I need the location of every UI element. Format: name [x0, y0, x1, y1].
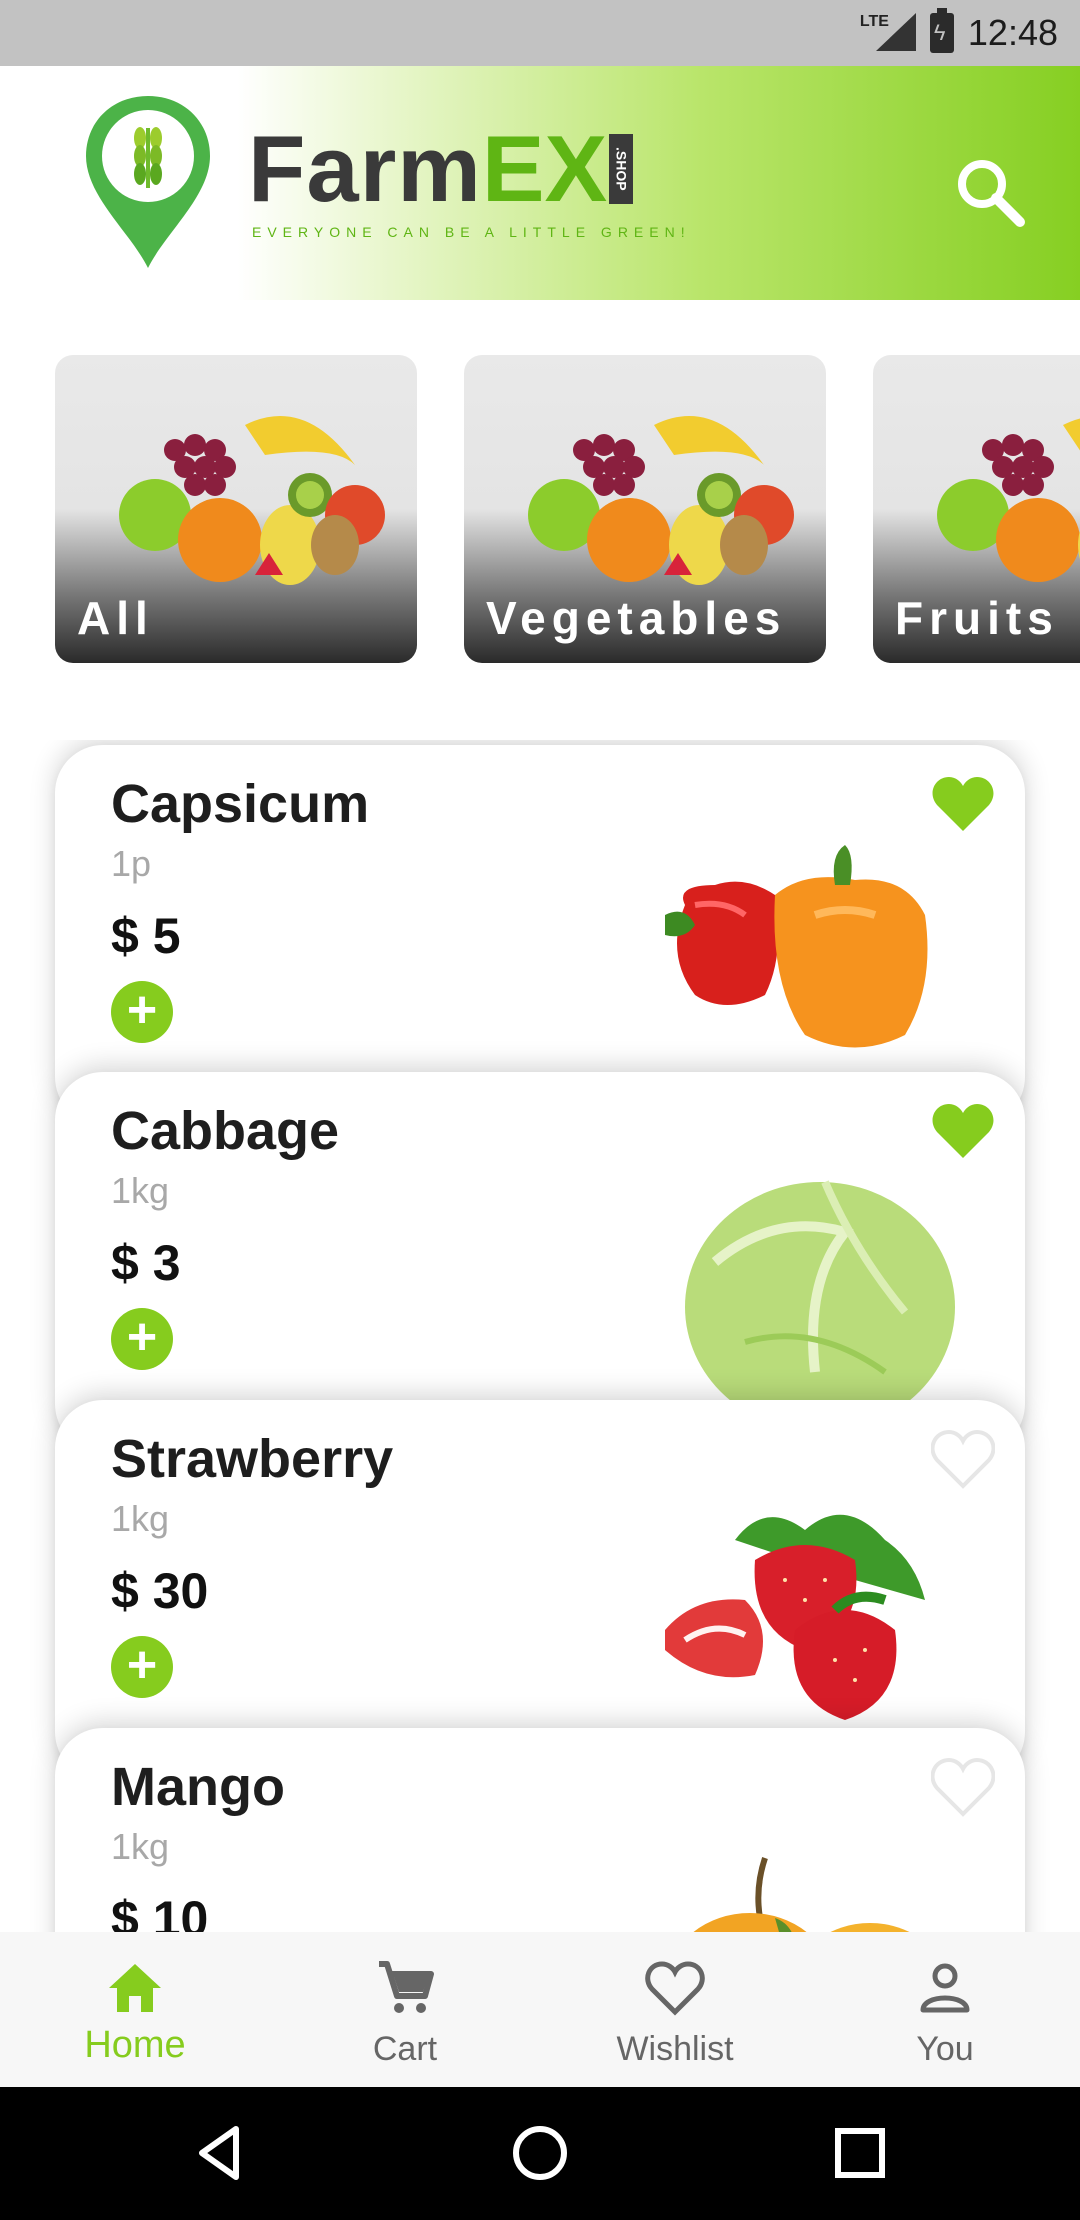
back-icon[interactable] [190, 2123, 250, 2183]
category-carousel[interactable]: All Vegetables Fruits [0, 355, 1080, 665]
add-to-cart-button[interactable]: + [111, 1308, 173, 1370]
tagline: EVERYONE CAN BE A LITTLE GREEN! [252, 224, 691, 240]
nav-home[interactable]: Home [0, 1932, 270, 2087]
mango-image [693, 1857, 910, 1932]
fruit-basket-image [119, 416, 385, 585]
heart-filled-icon[interactable] [931, 1102, 995, 1162]
search-icon[interactable] [950, 152, 1030, 232]
add-to-cart-button[interactable]: + [111, 981, 173, 1043]
heart-outline-icon[interactable] [931, 1430, 995, 1490]
product-quantity: 1kg [111, 1498, 170, 1539]
product-name: Capsicum [111, 774, 370, 834]
product-card-cabbage[interactable]: Cabbage 1kg $ 3 + [55, 1072, 1025, 1452]
cabbage-image [685, 1180, 955, 1402]
product-card-strawberry[interactable]: Strawberry 1kg $ 30 + [55, 1400, 1025, 1780]
product-quantity: 1kg [111, 1170, 170, 1211]
product-quantity: 1kg [111, 1826, 170, 1867]
product-card-mango[interactable]: Mango 1kg $ 10 + [55, 1728, 1025, 1932]
product-name: Mango [111, 1757, 285, 1817]
fruit-basket-image [528, 416, 794, 585]
clock: 12:48 [967, 12, 1058, 53]
app-header: Farm EX .SHOP EVERYONE CAN BE A LITTLE G… [0, 66, 1080, 300]
product-list[interactable]: Capsicum 1p $ 5 + Cabbage 1kg $ 3 + Stra… [0, 740, 1080, 1932]
status-bar: LTE ϟ 12:48 [0, 0, 1080, 66]
add-to-cart-button[interactable]: + [111, 1636, 173, 1698]
product-name: Strawberry [111, 1429, 394, 1489]
nav-profile[interactable]: You [810, 1932, 1080, 2087]
product-price: $ 3 [111, 1235, 181, 1291]
category-card-vegetables[interactable]: Vegetables [464, 355, 826, 663]
home-circle-icon[interactable] [510, 2123, 570, 2183]
category-card-all[interactable]: All [55, 355, 417, 663]
signal-icon: LTE [860, 11, 916, 55]
farmex-logo-icon [86, 96, 210, 268]
product-price: $ 5 [111, 908, 181, 964]
product-card-capsicum[interactable]: Capsicum 1p $ 5 + [55, 745, 1025, 1125]
recents-icon[interactable] [830, 2123, 890, 2183]
fruit-basket-image [937, 418, 1080, 582]
person-icon [920, 1963, 970, 2013]
battery-icon: ϟ [929, 8, 954, 53]
system-navigation-bar [0, 2087, 1080, 2220]
category-card-fruits[interactable]: Fruits [873, 355, 1080, 663]
capsicum-image [665, 845, 928, 1048]
home-icon [109, 1964, 161, 2012]
heart-outline-icon[interactable] [931, 1758, 995, 1818]
heart-icon [645, 1961, 705, 2016]
nav-cart[interactable]: Cart [270, 1932, 540, 2087]
product-name: Cabbage [111, 1101, 340, 1161]
heart-filled-icon[interactable] [931, 775, 995, 835]
bottom-navigation: Home Cart Wishlist You [0, 1932, 1080, 2087]
cart-icon [379, 1961, 434, 2013]
product-price: $ 10 [111, 1891, 209, 1932]
product-quantity: 1p [111, 843, 152, 884]
brand-wordmark: Farm EX .SHOP [248, 122, 634, 216]
product-price: $ 30 [111, 1563, 209, 1619]
strawberry-image [665, 1514, 925, 1720]
nav-wishlist[interactable]: Wishlist [540, 1932, 810, 2087]
